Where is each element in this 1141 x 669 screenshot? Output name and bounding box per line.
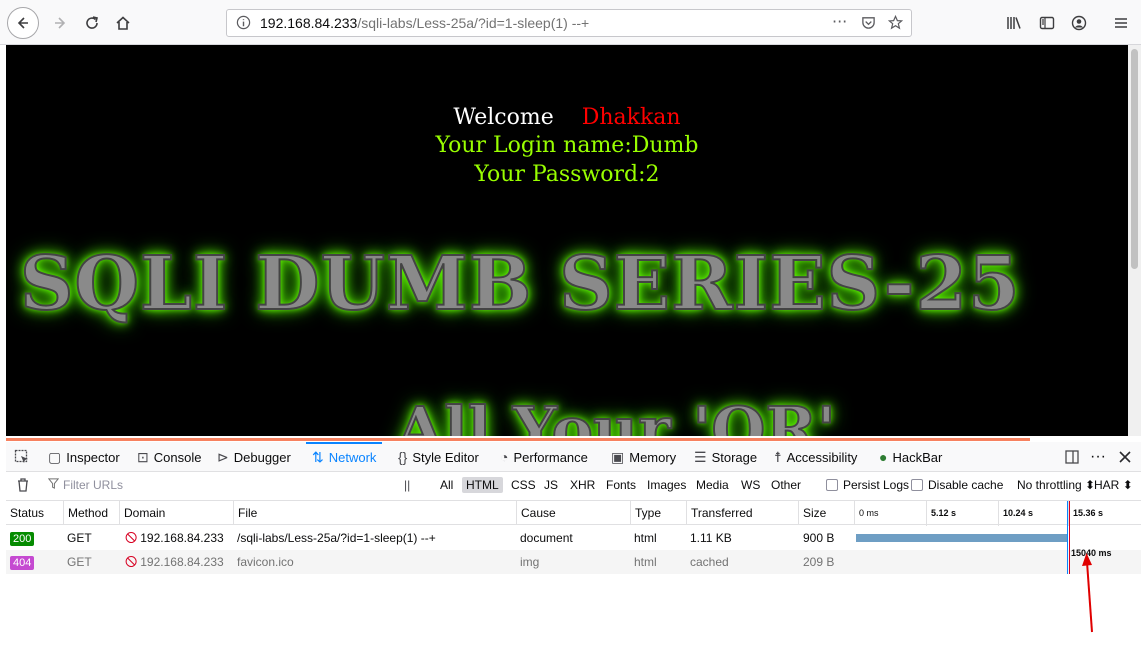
pocket-icon[interactable] (861, 15, 876, 34)
bookmark-star-icon[interactable] (887, 14, 904, 34)
library-icon[interactable] (1000, 8, 1030, 38)
scroll-thumb[interactable] (1131, 49, 1138, 269)
more-icon[interactable]: ··· (832, 12, 847, 31)
menu-icon[interactable] (1106, 8, 1136, 38)
back-icon[interactable] (7, 7, 39, 39)
url-bar[interactable]: 192.168.84.233/sqli-labs/Less-25a/?id=1-… (226, 9, 912, 37)
sidebar-icon[interactable] (1032, 8, 1062, 38)
reload-icon[interactable] (77, 8, 107, 38)
devtools-splitter[interactable] (6, 438, 1030, 441)
banner-subtitle: All Your 'OR' (395, 392, 837, 436)
password-line: Your Password:2 (474, 162, 660, 187)
info-icon[interactable] (236, 15, 251, 34)
annotation-arrow (1082, 553, 1093, 633)
login-name-line: Your Login name:Dumb (435, 133, 699, 158)
devtools-panel: ▢ Inspector ⊡ Console ⊳ Debugger ⇅ Network {… (6, 442, 1141, 669)
banner-title: SQLI DUMB SERIES-25 (19, 240, 1021, 328)
forward-icon[interactable] (45, 8, 75, 38)
url-text[interactable]: 192.168.84.233/sqli-labs/Less-25a/?id=1-… (260, 15, 589, 31)
account-icon[interactable] (1064, 8, 1094, 38)
welcome-line: Welcome Dhakkan (6, 105, 1128, 130)
home-icon[interactable] (108, 8, 138, 38)
welcome-name: Dhakkan (581, 105, 681, 130)
browser-toolbar: 192.168.84.233/sqli-labs/Less-25a/?id=1-… (0, 0, 1141, 45)
url-path: /sqli-labs/Less-25a/?id=1-sleep(1) --+ (357, 15, 590, 31)
welcome-label: Welcome (453, 105, 554, 130)
page-scrollbar[interactable] (1128, 45, 1141, 436)
url-host: 192.168.84.233 (260, 15, 358, 31)
web-page: Welcome Dhakkan Your Login name:Dumb Your… (6, 45, 1128, 436)
